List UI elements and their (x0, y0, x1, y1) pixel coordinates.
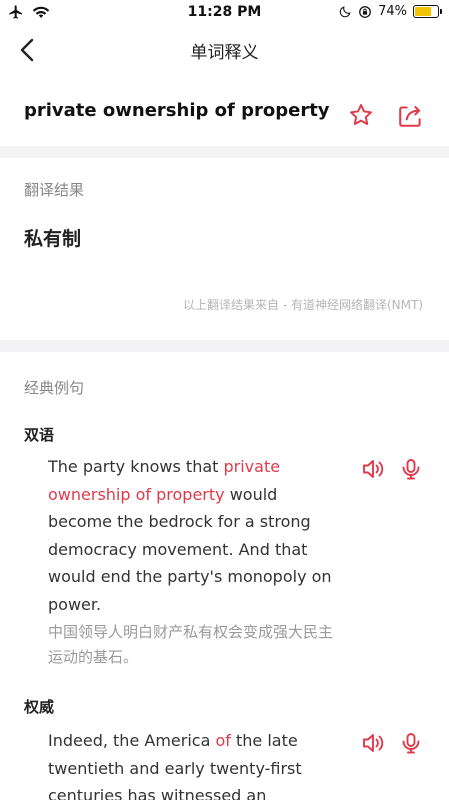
battery-percent: 74% (378, 4, 407, 19)
group-label-bilingual: 双语 (24, 426, 55, 444)
examples-label: 经典例句 (24, 379, 85, 397)
page-title: 单词释义 (190, 43, 259, 63)
battery-icon (413, 5, 442, 18)
example-en-text: Indeed, the America (48, 731, 216, 750)
group-label-authoritative: 权威 (24, 698, 55, 716)
section-divider (0, 146, 449, 158)
section-divider (0, 340, 449, 352)
example-cn-text: 中国领导人明白财产私有权会变成强大民主运动的基石。 (48, 623, 334, 666)
example-item: The party knows that private ownership o… (48, 453, 344, 670)
example-en-text: The party knows that (48, 457, 224, 476)
nav-bar: 单词释义 (0, 26, 449, 74)
translation-source: 以上翻译结果来自 - 有道神经网络翻译(NMT) (183, 298, 423, 312)
speaker-icon[interactable] (361, 730, 387, 756)
example-item: Indeed, the America of the late twentiet… (48, 727, 344, 800)
status-right: 74% (339, 4, 442, 19)
word-text: private ownership of property (24, 100, 330, 121)
translation-result: 私有制 (24, 228, 82, 250)
favorite-star-icon[interactable] (348, 102, 374, 128)
share-icon[interactable] (397, 102, 425, 128)
moon-icon (339, 6, 351, 18)
orientation-lock-icon (359, 5, 371, 18)
microphone-icon[interactable] (398, 730, 424, 756)
word-header: private ownership of property (0, 84, 449, 144)
microphone-icon[interactable] (398, 456, 424, 482)
speaker-icon[interactable] (361, 456, 387, 482)
battery-fill (415, 7, 432, 16)
translation-label: 翻译结果 (24, 181, 85, 199)
status-bar: 11:28 PM 74% (0, 0, 449, 26)
example-highlight: of (215, 731, 231, 750)
